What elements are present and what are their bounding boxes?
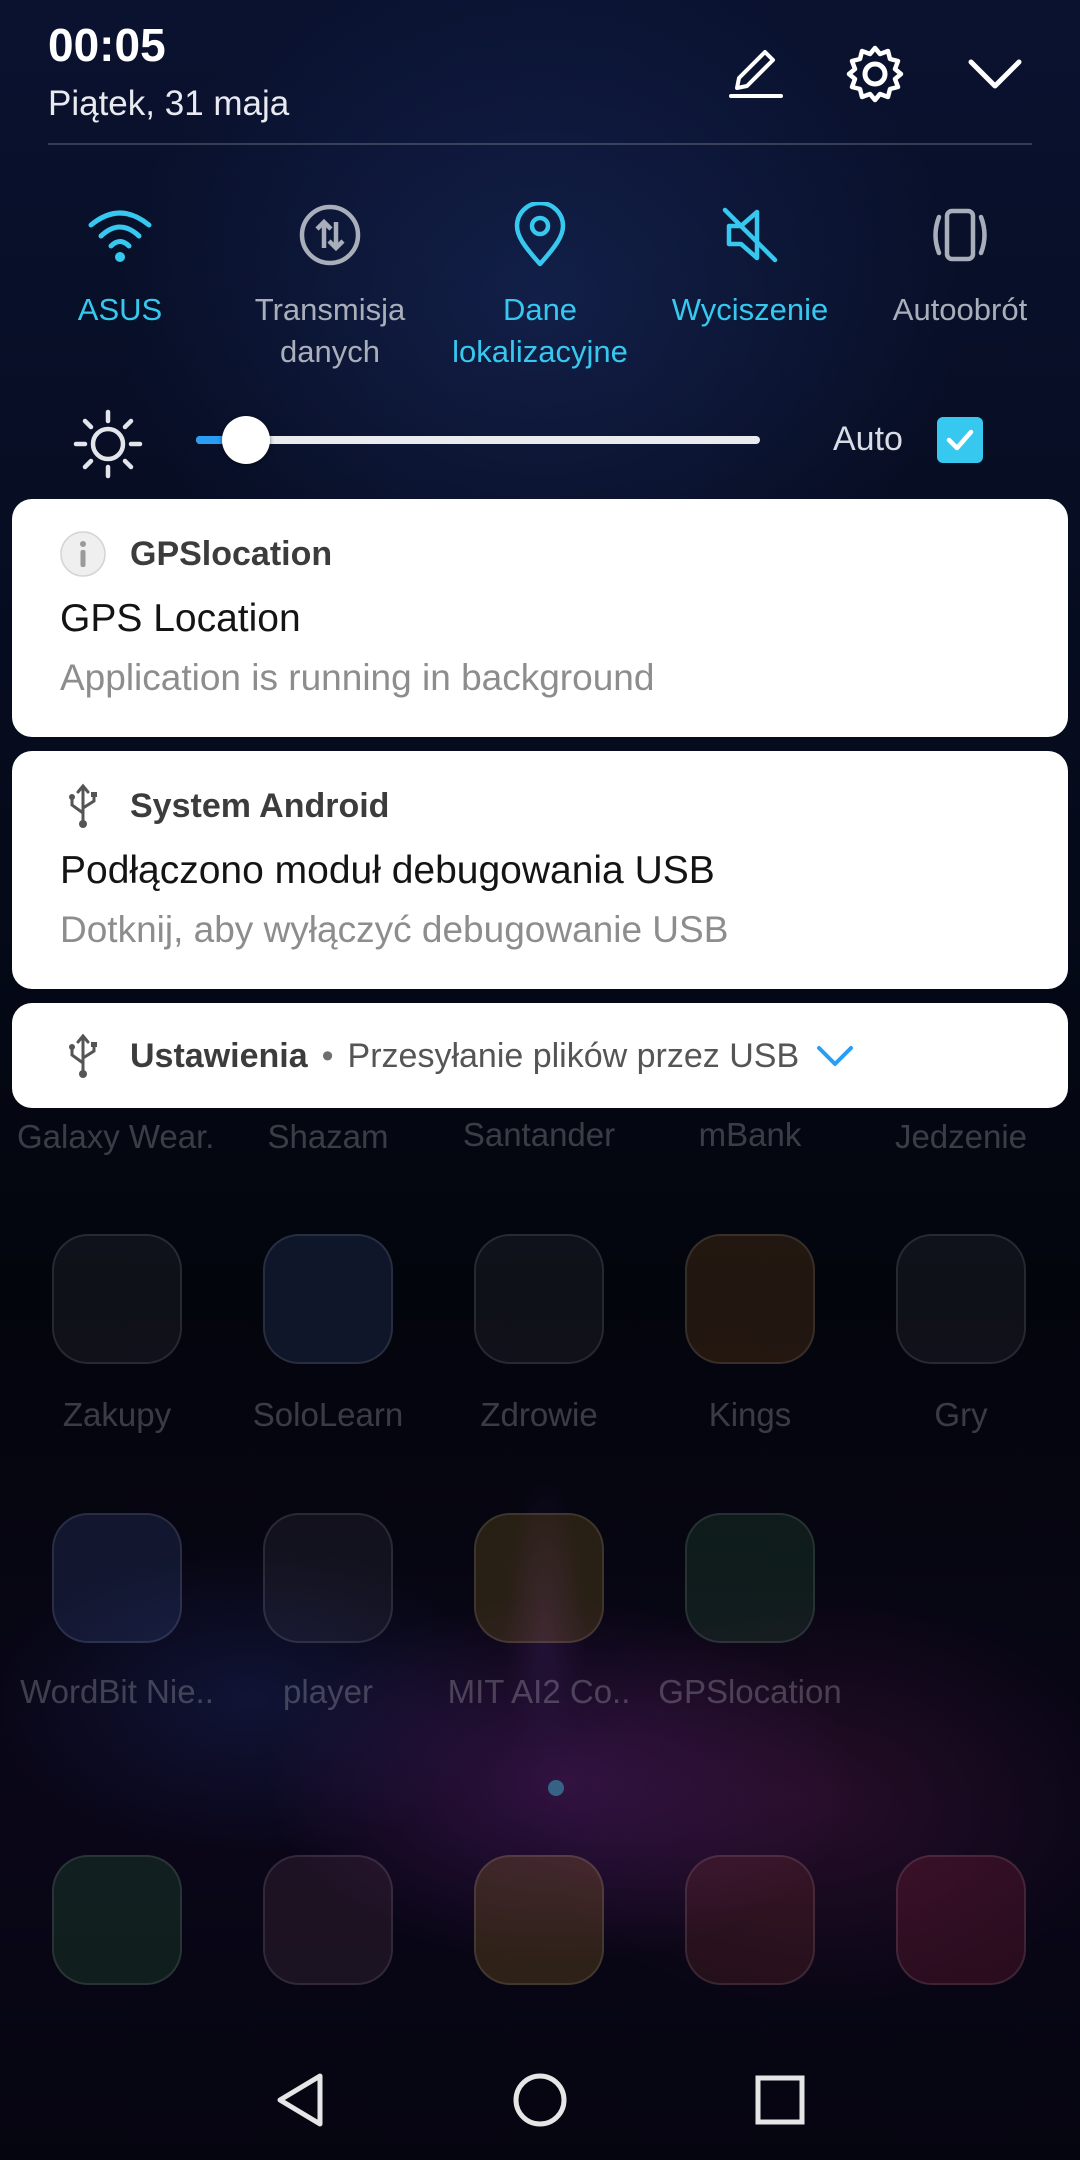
home-icon	[513, 2073, 567, 2127]
settings-gear-icon	[846, 45, 904, 103]
toggle-autorotate-label: Autoobrót	[892, 292, 1028, 327]
recents-icon	[755, 2075, 805, 2125]
notification-header: GPSlocation	[60, 531, 332, 577]
notification-usb-debugging[interactable]: System Android Podłączono moduł debugowa…	[12, 751, 1068, 989]
info-icon	[60, 531, 106, 577]
player-icon	[263, 1513, 393, 1643]
date: Piątek, 31 maja	[48, 84, 290, 123]
home-app-label: Gry	[934, 1396, 988, 1433]
wifi-icon	[80, 195, 160, 275]
home-app-label: Zakupy	[62, 1396, 172, 1433]
home-app-label: Shazam	[267, 1118, 389, 1155]
brightness-icon	[73, 409, 143, 479]
brightness-slider-thumb[interactable]	[222, 416, 270, 464]
toggle-location[interactable]: Dane lokalizacyjne	[435, 195, 645, 373]
notification-header: Ustawienia • Przesyłanie plików przez US…	[60, 1033, 855, 1079]
recents-button[interactable]	[740, 2060, 820, 2140]
home-app-label: Jedzenie	[894, 1118, 1028, 1155]
folder-games-icon	[896, 1234, 1026, 1364]
home-app-label: Kings	[708, 1396, 792, 1433]
notification-text: Dotknij, aby wyłączyć debugowanie USB	[60, 909, 729, 950]
notification-usb-file-transfer[interactable]: Ustawienia • Przesyłanie plików przez US…	[12, 1003, 1068, 1108]
toggle-mute-label: Wyciszenie	[671, 292, 829, 327]
data-transfer-icon	[290, 195, 370, 275]
checkmark-icon	[946, 429, 974, 451]
home-app-label: SoloLearn	[252, 1396, 404, 1433]
notification-header: System Android	[60, 783, 389, 829]
mit-ai2-icon	[474, 1513, 604, 1643]
toggle-autorotate[interactable]: Autoobrót	[855, 195, 1065, 331]
back-button[interactable]	[260, 2060, 340, 2140]
gpslocation-app-icon	[685, 1513, 815, 1643]
messages-icon	[474, 1855, 604, 1985]
expand-chevron-icon[interactable]	[815, 1043, 855, 1069]
notification-text: Application is running in background	[60, 657, 655, 698]
sololearn-icon	[263, 1234, 393, 1364]
phone-icon	[52, 1855, 182, 1985]
notification-app-name: System Android	[130, 786, 390, 825]
toggle-mute[interactable]: Wyciszenie	[645, 195, 855, 331]
collapse-chevron-icon	[968, 59, 1022, 89]
notification-gpslocation[interactable]: GPSlocation GPS Location Application is …	[12, 499, 1068, 737]
clock: 00:05	[48, 19, 166, 71]
folder-health-icon	[474, 1234, 604, 1364]
toggle-location-label: Dane lokalizacyjne	[452, 292, 628, 369]
location-pin-icon	[500, 195, 580, 275]
kings-icon	[685, 1234, 815, 1364]
home-button[interactable]	[500, 2060, 580, 2140]
notification-app-name: GPSlocation	[130, 534, 333, 573]
toggle-wifi[interactable]: ASUS	[15, 195, 225, 331]
back-icon	[277, 2073, 323, 2127]
chrome-icon	[685, 1855, 815, 1985]
notification-separator: •	[321, 1036, 334, 1075]
header-divider	[48, 143, 1032, 145]
home-app-label: Zdrowie	[480, 1396, 598, 1433]
auto-brightness-label: Auto	[833, 420, 903, 458]
contacts-icon	[263, 1855, 393, 1985]
home-app-label: WordBit Nie..	[20, 1673, 214, 1710]
notification-title: GPS Location	[60, 597, 301, 640]
settings-app-icon	[896, 1855, 1026, 1985]
wordbit-icon	[52, 1513, 182, 1643]
home-app-label: Santander	[462, 1116, 616, 1153]
edit-button[interactable]	[719, 38, 791, 110]
notification-app-name: Ustawienia	[130, 1036, 308, 1075]
page-indicator	[548, 1780, 564, 1796]
auto-brightness-checkbox[interactable]	[937, 417, 983, 463]
toggle-mobile-data[interactable]: Transmisja danych	[225, 195, 435, 373]
home-app-label: Galaxy Wear..	[17, 1118, 217, 1155]
toggle-wifi-label: ASUS	[77, 292, 163, 327]
brightness-slider[interactable]	[196, 416, 760, 464]
home-app-label: player	[283, 1673, 373, 1710]
muted-icon	[710, 195, 790, 275]
usb-icon	[60, 1033, 106, 1079]
auto-rotate-icon	[920, 195, 1000, 275]
collapse-button[interactable]	[959, 38, 1031, 110]
home-app-label: GPSlocation	[658, 1673, 842, 1710]
notification-title: Podłączono moduł debugowania USB	[60, 849, 715, 892]
edit-icon	[729, 50, 783, 98]
notification-summary: Przesyłanie plików przez USB	[347, 1036, 800, 1075]
usb-icon	[60, 783, 106, 829]
folder-shopping-icon	[52, 1234, 182, 1364]
home-app-label: MIT AI2 Co..	[447, 1673, 631, 1710]
toggle-mobile-data-label: Transmisja danych	[254, 292, 406, 369]
home-app-label: mBank	[698, 1116, 802, 1153]
settings-button[interactable]	[839, 38, 911, 110]
